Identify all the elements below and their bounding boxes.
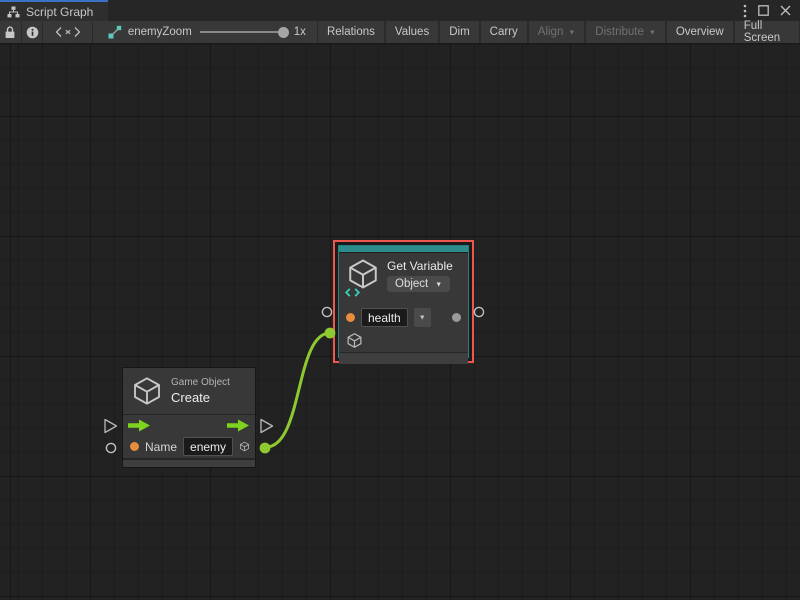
zoom-label: Zoom — [162, 26, 191, 38]
object-input-edge-port[interactable] — [325, 328, 336, 339]
node-get-variable[interactable]: Get Variable Object ▼ health ▼ — [338, 245, 469, 358]
dropdown-arrow-icon: ▼ — [419, 315, 426, 322]
variable-picker-dropdown[interactable]: ▼ — [414, 308, 431, 327]
zoom-control: Zoom 1x — [162, 21, 317, 43]
titlebar: Script Graph — [0, 0, 800, 21]
toolbar: enemy Zoom 1x Relations Values Dim Carry… — [0, 21, 800, 44]
flow-input-arrow-icon[interactable] — [128, 419, 151, 432]
overview-button[interactable]: Overview — [666, 21, 734, 43]
node-title: Create — [171, 390, 230, 405]
dim-button[interactable]: Dim — [439, 21, 479, 43]
node-title: Get Variable — [387, 259, 453, 273]
zoom-value: 1x — [294, 26, 306, 38]
values-button[interactable]: Values — [385, 21, 439, 43]
name-field[interactable]: enemy — [183, 437, 233, 456]
code-brackets-icon — [55, 26, 81, 38]
game-object-output-icon — [239, 438, 250, 455]
value-output-port[interactable] — [452, 313, 461, 322]
graph-breadcrumb[interactable]: enemy — [93, 21, 163, 43]
close-icon[interactable] — [780, 5, 791, 16]
flow-output-arrow-icon[interactable] — [227, 419, 250, 432]
fullscreen-button[interactable]: Full Screen — [734, 21, 800, 43]
dropdown-arrow-icon: ▼ — [435, 281, 442, 288]
code-view-button[interactable] — [43, 21, 93, 43]
carry-button[interactable]: Carry — [480, 21, 528, 43]
graph-canvas[interactable]: Get Variable Object ▼ health ▼ — [0, 44, 800, 600]
info-button[interactable] — [22, 21, 44, 43]
variable-name-field[interactable]: health — [361, 308, 408, 327]
variable-name-input-port[interactable] — [346, 313, 355, 322]
tab-script-graph[interactable]: Script Graph — [0, 0, 108, 21]
info-icon — [26, 26, 39, 39]
name-input-port[interactable] — [130, 442, 139, 451]
flow-output-edge-port[interactable] — [261, 420, 273, 433]
game-object-icon — [131, 375, 163, 407]
window-controls — [743, 0, 800, 21]
game-object-output-edge-port[interactable] — [260, 443, 271, 454]
game-object-port-icon — [346, 332, 363, 349]
align-button[interactable]: Align▼ — [528, 21, 586, 43]
zoom-slider-handle[interactable] — [278, 27, 289, 38]
relations-button[interactable]: Relations — [317, 21, 385, 43]
overflow-menu-icon[interactable] — [743, 4, 747, 18]
lock-icon — [4, 26, 16, 39]
code-overlay-icon — [343, 287, 361, 297]
node-category: Game Object — [171, 377, 230, 388]
name-edge-port[interactable] — [106, 443, 115, 452]
node-footer — [339, 352, 468, 364]
variable-name-edge-port[interactable] — [322, 307, 331, 316]
tab-title: Script Graph — [26, 5, 93, 19]
value-output-edge-port[interactable] — [474, 307, 483, 316]
node-footer — [123, 459, 255, 467]
flow-input-edge-port[interactable] — [105, 420, 117, 433]
name-label: Name — [145, 440, 177, 454]
dropdown-arrow-icon: ▼ — [568, 29, 575, 36]
distribute-button[interactable]: Distribute▼ — [585, 21, 666, 43]
graph-name: enemy — [128, 26, 163, 38]
maximize-icon[interactable] — [758, 5, 769, 16]
script-graph-window: Script Graph — [0, 0, 800, 600]
node-game-object-create[interactable]: Game Object Create Name enemy — [122, 367, 256, 468]
dropdown-arrow-icon: ▼ — [649, 29, 656, 36]
graph-edge-icon — [108, 25, 122, 39]
variable-scope-dropdown[interactable]: Object ▼ — [387, 276, 450, 292]
zoom-slider[interactable] — [200, 31, 286, 33]
variable-accent-bar — [339, 246, 468, 253]
lock-button[interactable] — [0, 21, 22, 43]
script-graph-icon — [7, 6, 20, 18]
connection-wire[interactable] — [266, 333, 330, 447]
object-variable-icon — [346, 257, 380, 296]
